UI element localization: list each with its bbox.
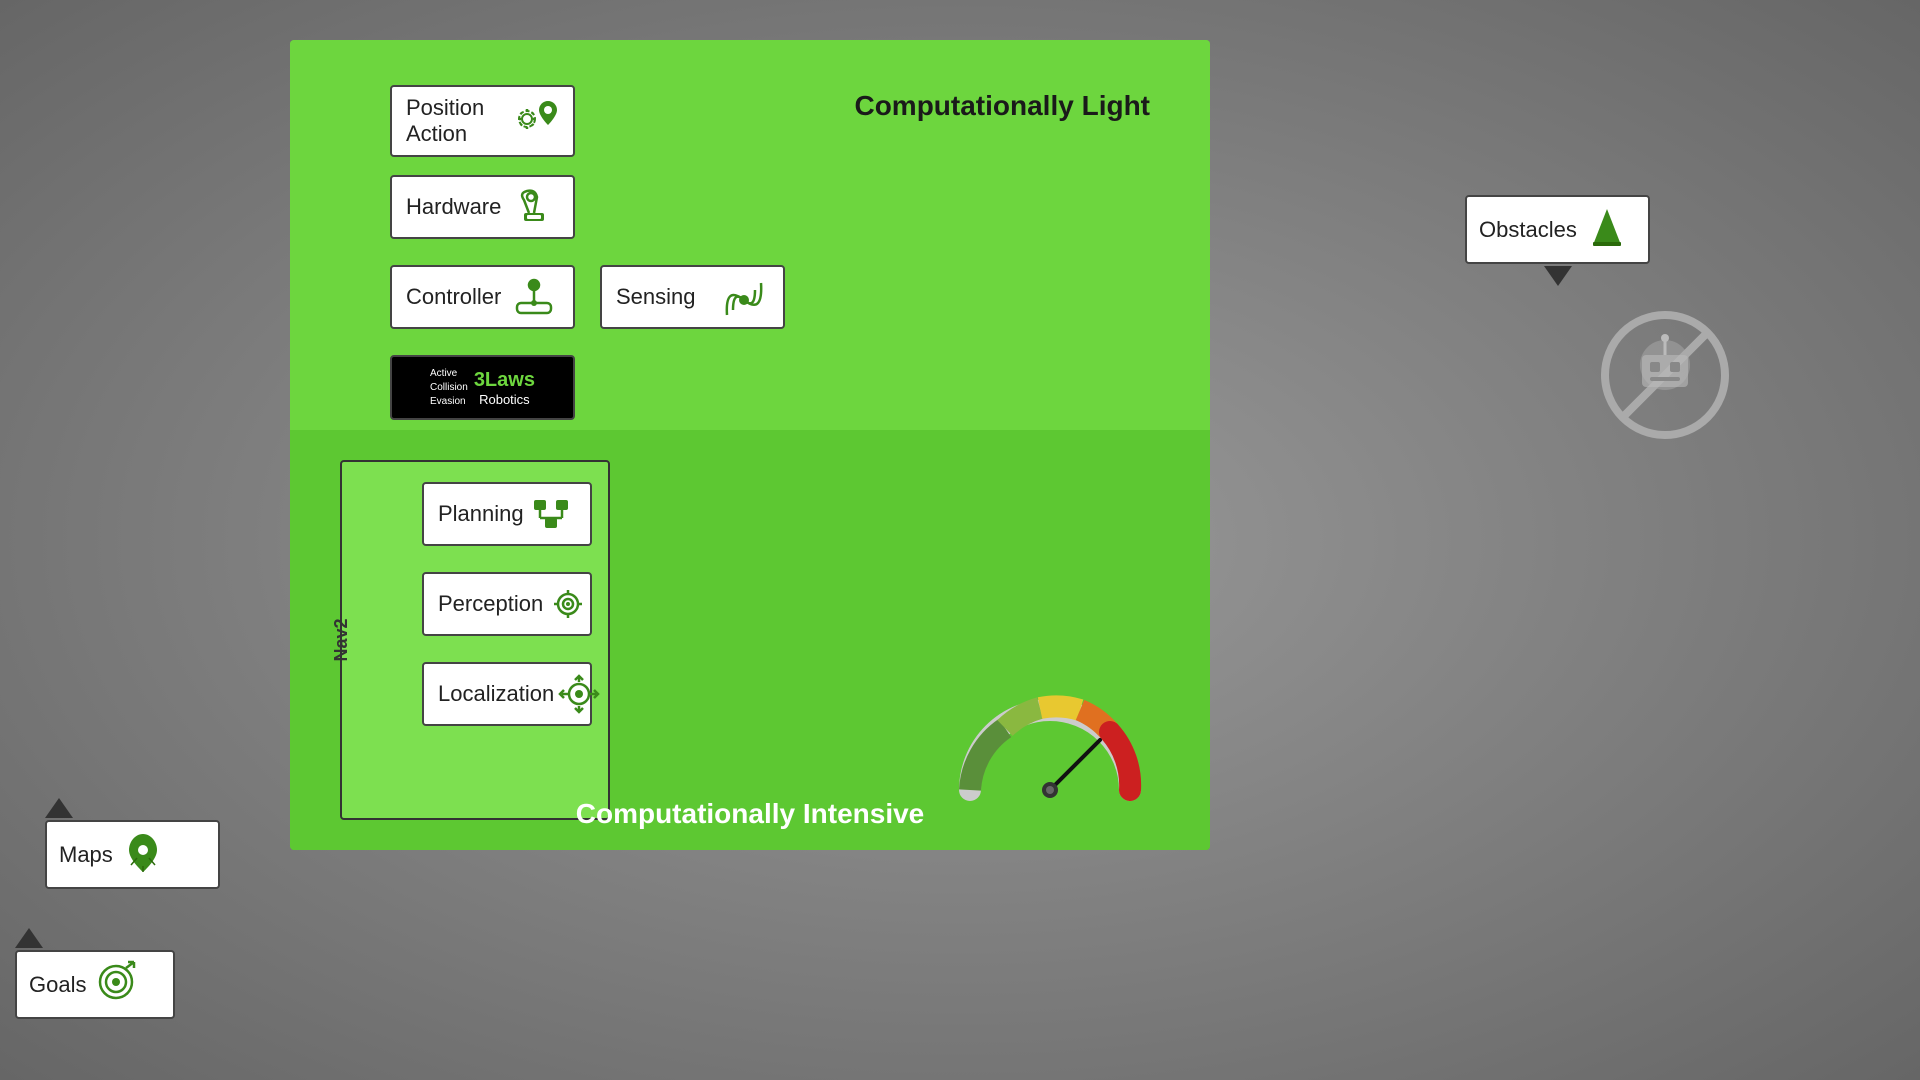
- maps-box: Maps: [45, 820, 220, 889]
- gear-location-icon: [509, 99, 559, 143]
- planning-label: Planning: [438, 501, 524, 527]
- sensing-label: Sensing: [616, 284, 696, 310]
- goals-arrow-up: [15, 928, 43, 948]
- active-collision-label: Active Collision Evasion: [430, 367, 468, 409]
- main-diagram: Computationally Light Position Action: [290, 40, 1210, 850]
- obstacles-arrow-down: [1544, 266, 1572, 286]
- no-robot-icon: [1600, 310, 1730, 445]
- joystick-icon: [509, 275, 559, 319]
- planning-box: Planning: [422, 482, 592, 546]
- goals-region: Goals: [15, 928, 43, 950]
- upper-section: Computationally Light Position Action: [290, 40, 1210, 430]
- nav2-label: Nav2: [331, 618, 352, 661]
- robot-arm-icon: [509, 185, 559, 229]
- maps-icon: [123, 830, 163, 879]
- controller-box: Controller: [390, 265, 575, 329]
- maps-label: Maps: [59, 842, 113, 868]
- laws-brand-label: 3Laws: [474, 369, 535, 392]
- cone-icon: [1587, 205, 1627, 254]
- planning-icon: [526, 492, 576, 536]
- goals-label: Goals: [29, 972, 86, 998]
- maps-arrow-up: [45, 798, 73, 818]
- hardware-label: Hardware: [406, 194, 501, 220]
- nav2-container: Nav2 Planning: [340, 460, 610, 820]
- sensing-box: Sensing: [600, 265, 785, 329]
- controller-label: Controller: [406, 284, 501, 310]
- obstacles-label: Obstacles: [1479, 217, 1577, 243]
- hardware-box: Hardware: [390, 175, 575, 239]
- obstacles-region: Obstacles: [1465, 195, 1650, 286]
- signal-icon: [719, 275, 769, 319]
- computationally-intensive-label: Computationally Intensive: [576, 798, 925, 830]
- goals-icon: [96, 960, 136, 1009]
- laws-box: Active Collision Evasion 3Laws Robotics: [390, 355, 575, 420]
- maps-region: Maps: [45, 798, 73, 820]
- obstacles-box: Obstacles: [1465, 195, 1650, 264]
- lower-section: Nav2 Planning: [290, 430, 1210, 850]
- perception-icon: [543, 582, 593, 626]
- goals-box: Goals: [15, 950, 175, 1019]
- localization-label: Localization: [438, 681, 554, 707]
- perception-box: Perception: [422, 572, 592, 636]
- localization-icon: [554, 672, 604, 716]
- position-action-label: Position Action: [406, 95, 509, 147]
- localization-box: Localization: [422, 662, 592, 726]
- speedometer: [950, 680, 1110, 790]
- computationally-light-label: Computationally Light: [854, 90, 1150, 122]
- perception-label: Perception: [438, 591, 543, 617]
- laws-robotics-label: Robotics: [474, 392, 535, 407]
- position-action-box: Position Action: [390, 85, 575, 157]
